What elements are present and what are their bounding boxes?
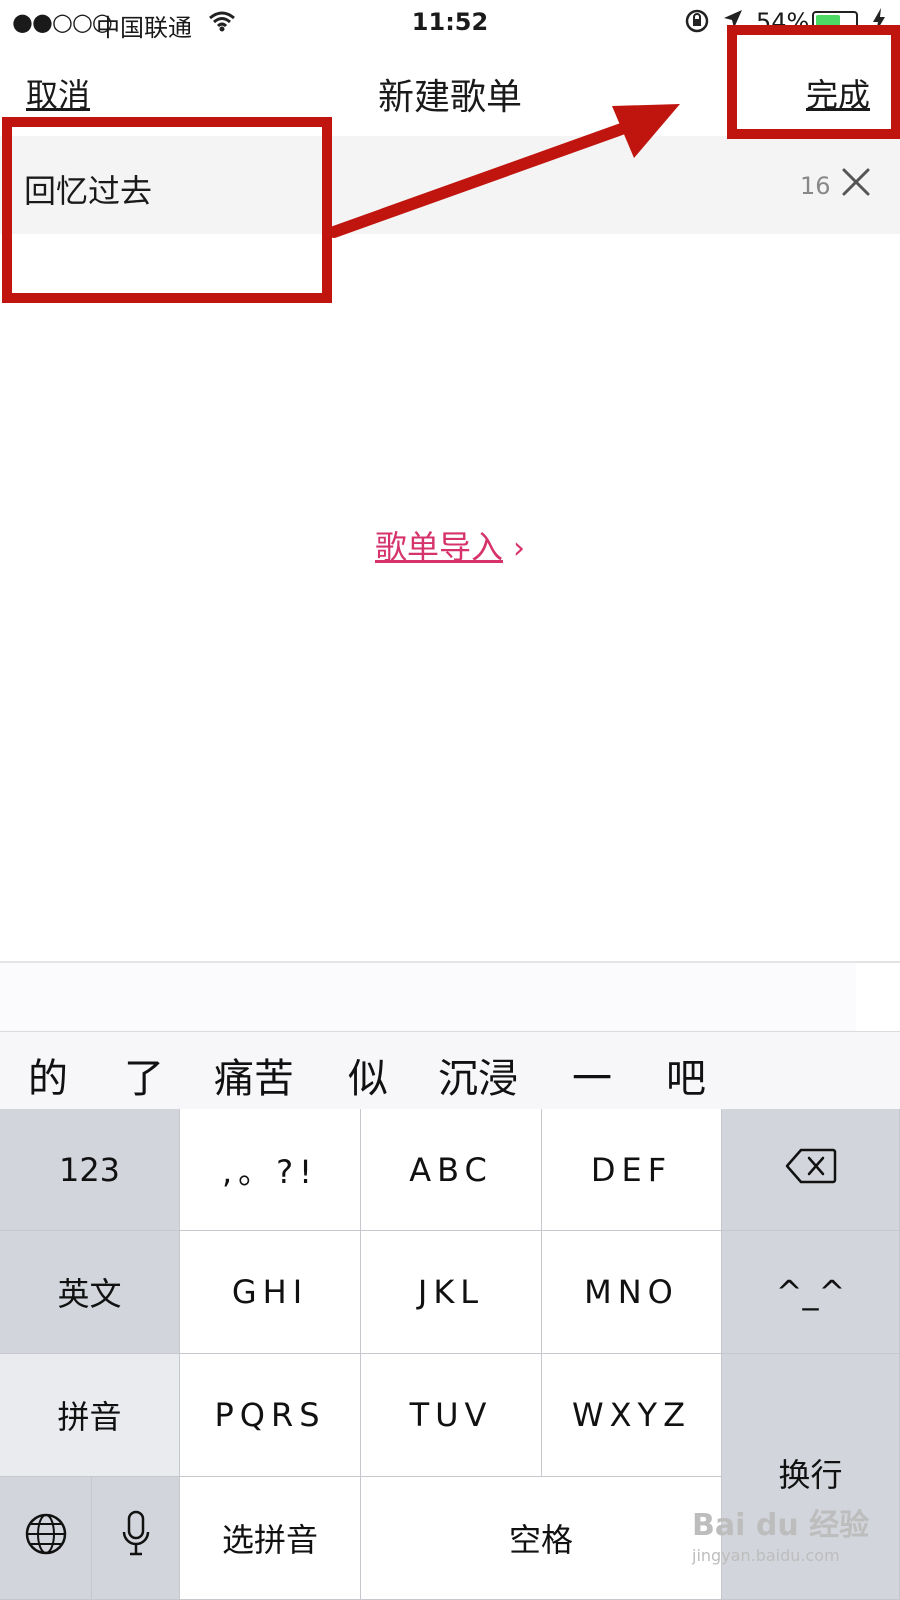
battery-percent: 54% [756,8,810,36]
playlist-name-value[interactable]: 回忆过去 [24,166,152,212]
key-label: 空格 [508,1521,573,1559]
candidate-item[interactable]: 一 [572,1046,612,1104]
key-label: 换行 [778,1456,843,1494]
watermark: Bai du 经验 jingyan.baidu.com [692,1500,869,1565]
key-label: DEF [590,1150,673,1189]
key-label: ,。?! [222,1152,318,1191]
key-label: 选拼音 [221,1521,318,1559]
globe-icon [24,1512,68,1564]
key-jkl[interactable]: JKL [361,1231,542,1354]
microphone-icon [121,1510,151,1566]
key-label: TUV [409,1396,493,1434]
key-123[interactable]: 123 [0,1109,180,1231]
close-icon[interactable] [838,164,874,200]
key-label: 英文 [57,1275,122,1313]
globe-key[interactable] [0,1477,92,1600]
candidate-item[interactable]: 吧 [666,1046,706,1104]
chevron-right-icon: › [513,531,525,566]
candidate-bar: 的 了 痛苦 似 沉浸 一 吧 [0,1031,900,1109]
space-key[interactable]: 空格 [361,1477,722,1600]
key-wxyz[interactable]: WXYZ [542,1354,722,1477]
import-link-label[interactable]: 歌单导入 [375,528,503,566]
key-label: JKL [417,1273,485,1311]
key-select-pinyin[interactable]: 选拼音 [180,1477,361,1600]
watermark-url: jingyan.baidu.com [692,1546,840,1565]
watermark-brand: Bai du 经验 [692,1508,870,1543]
key-def[interactable]: DEF [542,1109,722,1231]
key-pinyin[interactable]: 拼音 [0,1354,180,1477]
candidate-item[interactable]: 沉浸 [438,1046,518,1104]
nav-bar: 取消 新建歌单 完成 [0,44,900,136]
key-label: MNO [584,1273,679,1311]
backspace-key[interactable] [722,1109,900,1231]
key-label: 拼音 [57,1398,122,1436]
battery-icon [812,11,858,33]
key-label: ABC [409,1150,493,1189]
candidate-item[interactable]: 的 [28,1046,68,1104]
candidate-item[interactable]: 了 [124,1046,164,1104]
key-abc[interactable]: ABC [361,1109,542,1231]
composition-strip [0,963,856,1031]
status-bar: ●●○○○ 中国联通 11:52 54% [0,0,900,44]
key-pqrs[interactable]: PQRS [180,1354,361,1477]
key-label: ^_^ [775,1273,846,1311]
microphone-key[interactable] [92,1477,180,1600]
key-label: WXYZ [571,1396,692,1434]
key-label: 123 [58,1150,121,1189]
key-tuv[interactable]: TUV [361,1354,542,1477]
charging-bolt-icon [872,8,886,38]
candidate-item[interactable]: 似 [348,1046,388,1104]
page-title: 新建歌单 [377,77,522,118]
key-label: GHI [231,1273,309,1311]
location-arrow-icon [722,8,744,36]
key-label: PQRS [214,1396,326,1434]
backspace-icon [785,1148,837,1192]
key-emoticon[interactable]: ^_^ [722,1231,900,1354]
key-english[interactable]: 英文 [0,1231,180,1354]
key-punctuation[interactable]: ,。?! [180,1109,361,1231]
candidate-item[interactable]: 痛苦 [214,1046,294,1104]
key-ghi[interactable]: GHI [180,1231,361,1354]
char-counter: 16 [800,172,831,200]
rotation-lock-icon [684,8,710,40]
key-mno[interactable]: MNO [542,1231,722,1354]
done-button[interactable]: 完成 [806,70,870,116]
playlist-import-link[interactable]: 歌单导入 › [0,522,900,568]
playlist-name-field[interactable]: 回忆过去 16 [0,136,900,234]
